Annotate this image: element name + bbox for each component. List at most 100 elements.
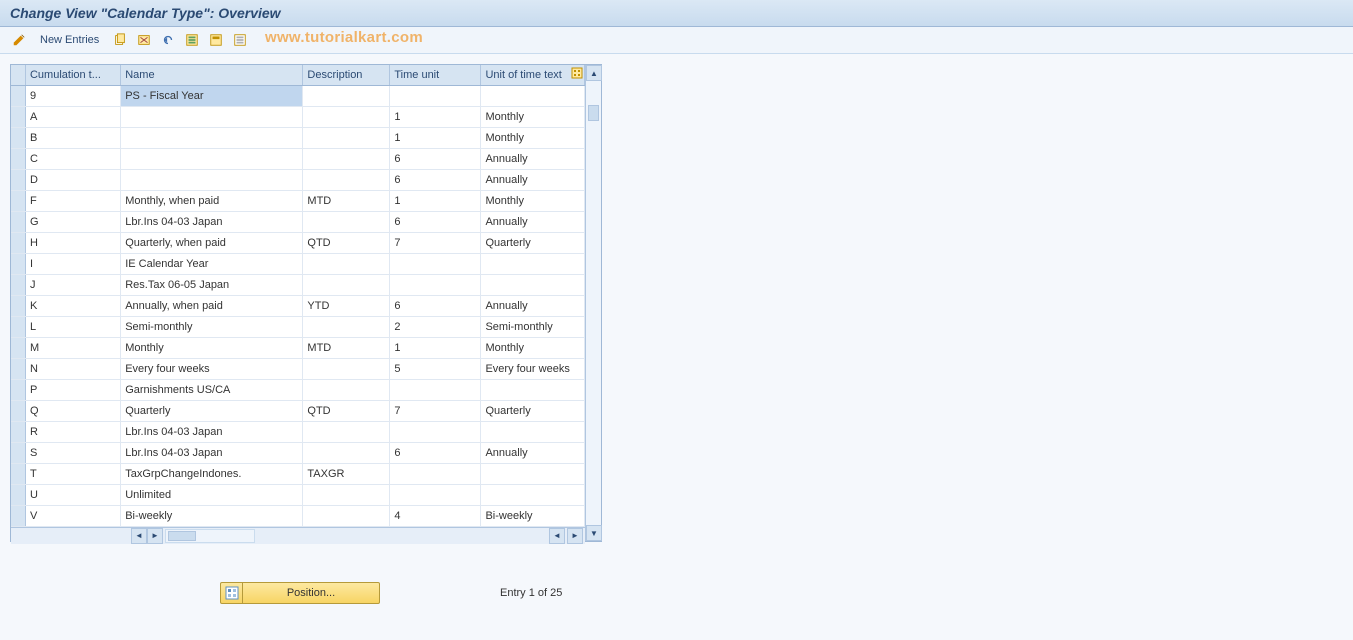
cell-time-unit[interactable]: 7	[390, 232, 481, 253]
cell-description[interactable]	[303, 358, 390, 379]
cell-name[interactable]: Lbr.Ins 04-03 Japan	[121, 442, 303, 463]
change-icon[interactable]	[10, 31, 28, 49]
cell-cumulation-type[interactable]: N	[25, 358, 120, 379]
cell-cumulation-type[interactable]: T	[25, 463, 120, 484]
table-row[interactable]: PGarnishments US/CA	[11, 379, 585, 400]
vscroll-track[interactable]	[586, 81, 601, 525]
cell-time-unit[interactable]: 1	[390, 190, 481, 211]
cell-name[interactable]: Lbr.Ins 04-03 Japan	[121, 421, 303, 442]
cell-time-unit[interactable]: 4	[390, 505, 481, 526]
cell-description[interactable]	[303, 274, 390, 295]
cell-unit-text[interactable]: Monthly	[481, 106, 585, 127]
cell-description[interactable]	[303, 253, 390, 274]
cell-name[interactable]	[121, 106, 303, 127]
cell-description[interactable]	[303, 148, 390, 169]
cell-description[interactable]	[303, 127, 390, 148]
cell-time-unit[interactable]	[390, 85, 481, 106]
table-row[interactable]: B1Monthly	[11, 127, 585, 148]
cell-name[interactable]: Unlimited	[121, 484, 303, 505]
cell-cumulation-type[interactable]: A	[25, 106, 120, 127]
cell-name[interactable]: Garnishments US/CA	[121, 379, 303, 400]
cell-time-unit[interactable]	[390, 421, 481, 442]
table-row[interactable]: QQuarterlyQTD7Quarterly	[11, 400, 585, 421]
cell-unit-text[interactable]	[481, 484, 585, 505]
scroll-right-end-icon[interactable]: ►	[567, 528, 583, 544]
table-row[interactable]: C6Annually	[11, 148, 585, 169]
hscroll-track[interactable]	[165, 529, 255, 543]
cell-time-unit[interactable]	[390, 274, 481, 295]
cell-cumulation-type[interactable]: H	[25, 232, 120, 253]
cell-name[interactable]: Lbr.Ins 04-03 Japan	[121, 211, 303, 232]
col-header-time-unit[interactable]: Time unit	[390, 65, 481, 85]
row-select-handle[interactable]	[11, 421, 25, 442]
table-row[interactable]: UUnlimited	[11, 484, 585, 505]
cell-name[interactable]: TaxGrpChangeIndones.	[121, 463, 303, 484]
cell-name[interactable]	[121, 127, 303, 148]
cell-cumulation-type[interactable]: B	[25, 127, 120, 148]
col-header-cumulation-type[interactable]: Cumulation t...	[25, 65, 120, 85]
cell-time-unit[interactable]	[390, 484, 481, 505]
cell-time-unit[interactable]	[390, 463, 481, 484]
cell-time-unit[interactable]	[390, 253, 481, 274]
scroll-down-icon[interactable]: ▼	[586, 525, 602, 541]
cell-unit-text[interactable]	[481, 85, 585, 106]
cell-name[interactable]: Annually, when paid	[121, 295, 303, 316]
table-row[interactable]: JRes.Tax 06-05 Japan	[11, 274, 585, 295]
cell-name[interactable]: Semi-monthly	[121, 316, 303, 337]
position-button[interactable]: Position...	[220, 582, 380, 604]
vscroll-thumb[interactable]	[588, 105, 599, 121]
cell-unit-text[interactable]: Annually	[481, 295, 585, 316]
cell-name[interactable]: Monthly	[121, 337, 303, 358]
select-all-icon[interactable]	[183, 31, 201, 49]
col-header-name[interactable]: Name	[121, 65, 303, 85]
table-row[interactable]: KAnnually, when paidYTD6Annually	[11, 295, 585, 316]
table-row[interactable]: IIE Calendar Year	[11, 253, 585, 274]
cell-unit-text[interactable]: Annually	[481, 169, 585, 190]
delete-icon[interactable]	[135, 31, 153, 49]
col-header-description[interactable]: Description	[303, 65, 390, 85]
row-select-handle[interactable]	[11, 190, 25, 211]
cell-name[interactable]: Quarterly, when paid	[121, 232, 303, 253]
row-select-handle[interactable]	[11, 358, 25, 379]
cell-time-unit[interactable]: 6	[390, 148, 481, 169]
cell-unit-text[interactable]: Annually	[481, 148, 585, 169]
row-select-handle[interactable]	[11, 295, 25, 316]
table-row[interactable]: A1Monthly	[11, 106, 585, 127]
cell-time-unit[interactable]: 6	[390, 169, 481, 190]
cell-cumulation-type[interactable]: D	[25, 169, 120, 190]
cell-unit-text[interactable]: Annually	[481, 211, 585, 232]
table-row[interactable]: HQuarterly, when paidQTD7Quarterly	[11, 232, 585, 253]
row-select-handle[interactable]	[11, 106, 25, 127]
cell-unit-text[interactable]: Quarterly	[481, 232, 585, 253]
cell-name[interactable]: Monthly, when paid	[121, 190, 303, 211]
deselect-all-icon[interactable]	[231, 31, 249, 49]
cell-description[interactable]	[303, 484, 390, 505]
cell-unit-text[interactable]: Monthly	[481, 190, 585, 211]
cell-name[interactable]: IE Calendar Year	[121, 253, 303, 274]
col-header-unit-text[interactable]: Unit of time text	[481, 65, 585, 85]
cell-cumulation-type[interactable]: M	[25, 337, 120, 358]
row-select-handle[interactable]	[11, 274, 25, 295]
cell-time-unit[interactable]: 2	[390, 316, 481, 337]
cell-unit-text[interactable]: Quarterly	[481, 400, 585, 421]
cell-unit-text[interactable]	[481, 253, 585, 274]
cell-description[interactable]: MTD	[303, 337, 390, 358]
row-select-handle[interactable]	[11, 232, 25, 253]
row-select-handle[interactable]	[11, 379, 25, 400]
cell-description[interactable]	[303, 169, 390, 190]
scroll-right-icon[interactable]: ►	[147, 528, 163, 544]
cell-description[interactable]: QTD	[303, 400, 390, 421]
cell-unit-text[interactable]	[481, 421, 585, 442]
cell-description[interactable]	[303, 106, 390, 127]
cell-unit-text[interactable]: Semi-monthly	[481, 316, 585, 337]
cell-unit-text[interactable]: Bi-weekly	[481, 505, 585, 526]
cell-description[interactable]	[303, 442, 390, 463]
cell-cumulation-type[interactable]: K	[25, 295, 120, 316]
table-row[interactable]: 9PS - Fiscal Year	[11, 85, 585, 106]
vertical-scrollbar[interactable]: ▲ ▼	[585, 65, 601, 541]
table-row[interactable]: LSemi-monthly2Semi-monthly	[11, 316, 585, 337]
cell-time-unit[interactable]: 1	[390, 337, 481, 358]
cell-cumulation-type[interactable]: V	[25, 505, 120, 526]
cell-cumulation-type[interactable]: 9	[25, 85, 120, 106]
cell-unit-text[interactable]: Monthly	[481, 127, 585, 148]
